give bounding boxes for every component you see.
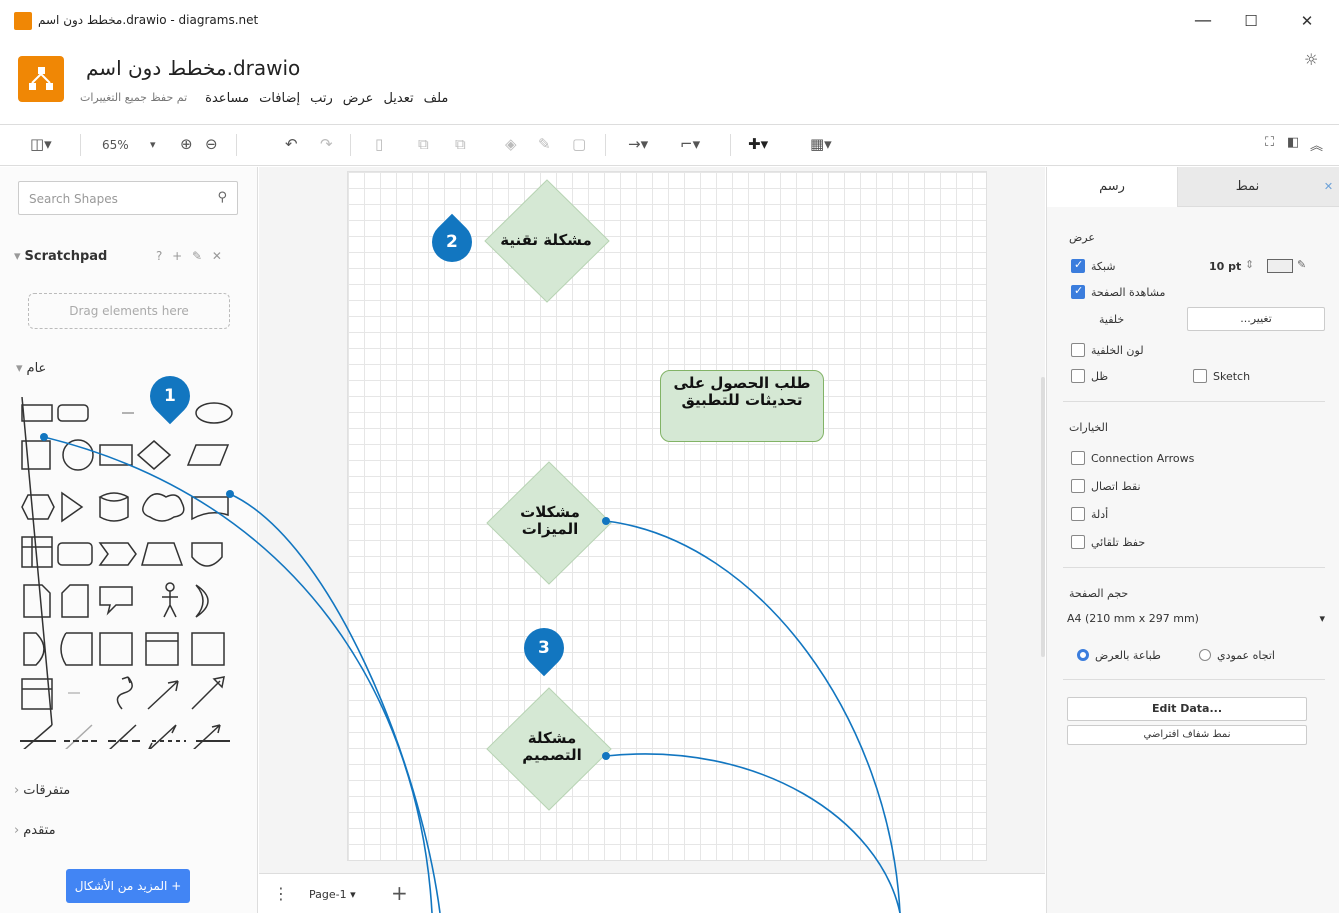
annotation-overlay: [40, 433, 901, 913]
annotation-dot: [226, 490, 234, 498]
annotation-dot: [40, 433, 48, 441]
annotation-marker-2-label: 2: [446, 232, 458, 252]
annotation-connector-1a: [43, 436, 433, 913]
annotation-connector-2a: [605, 520, 901, 913]
annotation-marker-1-label: 1: [164, 386, 176, 406]
annotation-marker-3-label: 3: [538, 638, 550, 658]
annotation-dot: [602, 517, 610, 525]
annotation-connector-1b: [229, 493, 441, 913]
annotation-connector-2b: [605, 753, 901, 913]
annotation-dot: [602, 752, 610, 760]
